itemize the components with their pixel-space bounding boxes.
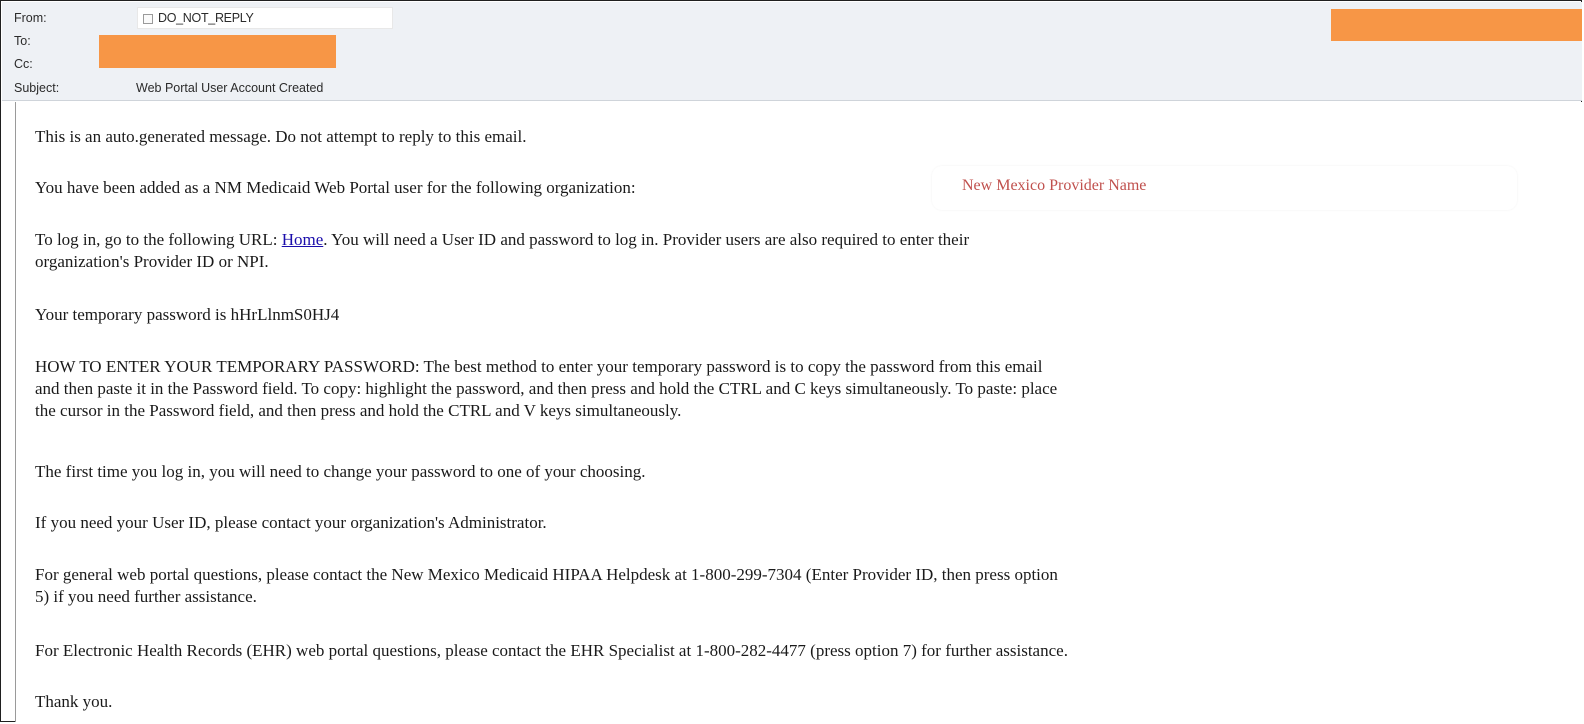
email-header: From: DO_NOT_REPLY To: Cc: Subject: Web … [2,2,1582,100]
home-link[interactable]: Home [282,230,324,249]
message-body: This is an auto.generated message. Do no… [15,102,1582,722]
header-divider [2,100,1582,101]
password-instructions-line2: and then paste it in the Password field.… [35,379,1058,398]
organization-box: New Mexico Provider Name [932,166,1517,210]
ehr-contact: For Electronic Health Records (EHR) web … [35,641,1068,660]
helpdesk-line1: For general web portal questions, please… [35,565,1058,584]
helpdesk-contact: For general web portal questions, please… [35,564,1565,608]
contact-card-icon [143,14,153,24]
helpdesk-line2: 5) if you need further assistance. [35,587,257,606]
user-id-notice: If you need your User ID, please contact… [35,513,547,532]
organization-name: New Mexico Provider Name [962,177,1147,194]
password-instructions-line1: HOW TO ENTER YOUR TEMPORARY PASSWORD: Th… [35,357,1043,376]
password-entry-instructions: HOW TO ENTER YOUR TEMPORARY PASSWORD: Th… [35,356,1565,422]
login-instructions: To log in, go to the following URL: Home… [35,229,1565,273]
cc-label: Cc: [14,57,33,71]
login-text-end: . You will need a User ID and password t… [323,230,970,249]
redacted-recipient [99,35,336,68]
auto-generated-notice: This is an auto.generated message. Do no… [35,127,527,146]
sender-name[interactable]: DO_NOT_REPLY [158,11,254,25]
change-password-notice: The first time you log in, you will need… [35,462,646,481]
sender-field[interactable]: DO_NOT_REPLY [137,7,393,29]
password-instructions-line3: the cursor in the Password field, and th… [35,401,682,420]
redacted-date [1331,9,1582,41]
subject-label: Subject: [14,81,60,95]
temporary-password-text: Your temporary password is hHrLlnmS0HJ4 [35,305,340,324]
subject-value: Web Portal User Account Created [136,81,324,95]
email-window: From: DO_NOT_REPLY To: Cc: Subject: Web … [0,0,1582,722]
from-label: From: [14,11,47,25]
closing-text: Thank you. [35,692,113,711]
login-text-start: To log in, go to the following URL: [35,230,282,249]
login-text-line2: organization's Provider ID or NPI. [35,252,269,271]
to-label: To: [14,34,31,48]
